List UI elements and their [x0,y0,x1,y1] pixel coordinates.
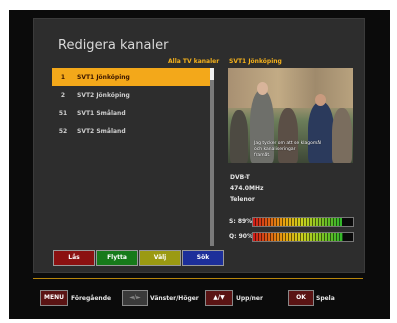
up-down-key-label: Upp/ner [236,295,263,302]
channel-number: 1 [60,74,66,81]
preview-header: SVT1 Jönköping [229,58,282,65]
provider: Telenor [230,196,255,203]
channel-number: 51 [58,110,68,117]
signal-strength-bar [252,217,354,227]
channel-name: SVT1 Småland [77,110,126,117]
footer-divider [33,278,363,279]
channel-name: SVT1 Jönköping [77,74,130,81]
channel-name: SVT2 Jönköping [77,92,130,99]
scrollbar-thumb[interactable] [210,68,214,80]
signal-quality-fill [253,233,343,241]
select-button[interactable]: Välj [139,250,181,266]
preview-person [230,110,248,163]
menu-key-label: Föregående [71,295,112,302]
preview-person-head [257,82,268,95]
left-right-key[interactable]: ◄/► [122,290,148,306]
left-right-key-label: Vänster/Höger [150,295,199,302]
video-preview: Jag tycker om att se klagomål och kanali… [228,68,353,163]
signal-quality-bar [252,232,354,242]
signal-strength-text: S: 89% [229,218,252,225]
up-down-key[interactable]: ▲/▼ [205,290,233,306]
preview-person [332,108,352,163]
channel-list-scrollbar[interactable] [210,68,214,246]
channel-row[interactable]: 52 SVT2 Småland [52,122,214,140]
channel-row[interactable]: 51 SVT1 Småland [52,104,214,122]
move-button[interactable]: Flytta [96,250,138,266]
list-header: Alla TV kanaler [168,58,220,65]
signal-quality-label: Q: [229,233,237,240]
channel-info: DVB-T 474.0MHz Telenor [230,172,263,205]
channel-list: 1 SVT1 Jönköping 2 SVT2 Jönköping 51 SVT… [52,68,214,140]
preview-background-building [228,68,353,108]
signal-strength-fill [253,218,342,226]
signal-strength-label: S: [229,218,236,225]
signal-type: DVB-T [230,174,250,181]
preview-subtitles: Jag tycker om att se klagomål och kanali… [254,141,324,159]
subtitle-line: Jag tycker om att se klagomål och kanali… [254,141,322,152]
ok-key[interactable]: OK [288,290,314,306]
channel-number: 52 [58,128,68,135]
channel-row[interactable]: 2 SVT2 Jönköping [52,86,214,104]
menu-key[interactable]: MENU [40,290,68,306]
signal-quality-text: Q: 90% [229,233,253,240]
channel-row[interactable]: 1 SVT1 Jönköping [52,68,214,86]
subtitle-line: framåt. [254,153,271,158]
signal-strength-value: 89% [237,218,253,225]
preview-person-head [315,94,326,106]
search-button[interactable]: Sök [182,250,224,266]
frequency: 474.0MHz [230,185,264,192]
ok-key-label: Spela [316,295,335,302]
lock-button[interactable]: Lås [53,250,95,266]
channel-name: SVT2 Småland [77,128,126,135]
signal-quality-value: 90% [238,233,253,240]
channel-number: 2 [60,92,66,99]
page-title: Redigera kanaler [58,38,169,53]
